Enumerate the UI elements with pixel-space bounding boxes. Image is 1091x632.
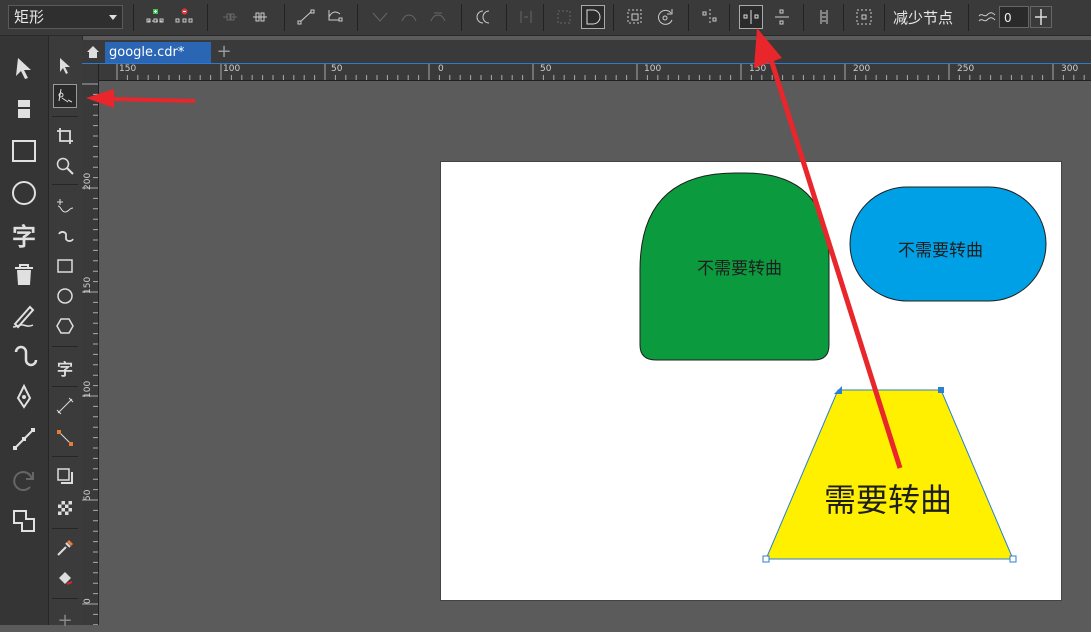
blue-shape-label: 不需要转曲 xyxy=(898,241,983,261)
yellow-shape-label: 需要转曲 xyxy=(824,481,953,519)
annotation-arrow-to-shape-tool xyxy=(86,89,196,108)
selection-node[interactable] xyxy=(762,555,770,563)
start-node-marker[interactable] xyxy=(834,386,842,394)
selection-node[interactable] xyxy=(938,387,944,393)
green-shape-label: 不需要转曲 xyxy=(697,259,782,279)
canvas-overlay xyxy=(86,28,1047,563)
selection-node[interactable] xyxy=(1009,555,1017,563)
